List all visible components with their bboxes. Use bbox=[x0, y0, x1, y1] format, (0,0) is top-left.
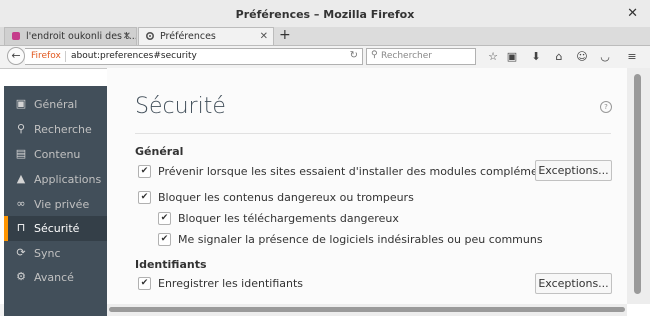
save-logins-checkbox[interactable]: ✔ bbox=[138, 277, 151, 290]
general-icon: ▣ bbox=[15, 97, 27, 110]
tab-preferences[interactable]: Préférences ✕ bbox=[138, 27, 274, 45]
page-title: Sécurité bbox=[135, 94, 226, 119]
reload-button[interactable]: ↻ bbox=[350, 50, 358, 61]
tab-strip: l'endroit oukonli des t... ✕ Préférences… bbox=[0, 27, 650, 46]
window-title: Préférences – Mozilla Firefox bbox=[235, 8, 415, 21]
horizontal-scroll-thumb[interactable] bbox=[109, 307, 625, 312]
hello-icon[interactable]: ☺ bbox=[575, 50, 589, 63]
url-bar[interactable]: Firefox about:preferences#security ↻ bbox=[25, 48, 363, 65]
content-icon: ▤ bbox=[15, 147, 27, 160]
sidebar-item-label: Général bbox=[34, 98, 78, 111]
sidebar-item-privacy[interactable]: ∞ Vie privée bbox=[4, 192, 107, 217]
search-icon: ⚲ bbox=[371, 50, 378, 60]
block-dangerous-label[interactable]: Bloquer les contenus dangereux ou trompe… bbox=[158, 191, 414, 204]
addons-warning-label[interactable]: Prévenir lorsque les sites essaient d'in… bbox=[158, 165, 576, 178]
warn-unwanted-label[interactable]: Me signaler la présence de logiciels ind… bbox=[178, 233, 543, 246]
navigation-toolbar: ← Firefox about:preferences#security ↻ ⚲… bbox=[0, 46, 650, 69]
window-close-button[interactable]: ✕ bbox=[627, 6, 638, 21]
pocket-icon[interactable]: ◡ bbox=[598, 50, 612, 63]
sidebar-item-label: Applications bbox=[34, 173, 102, 186]
tab-label: l'endroit oukonli des t... bbox=[26, 31, 137, 42]
search-input[interactable]: ⚲ Rechercher bbox=[366, 48, 476, 65]
url-separator bbox=[65, 51, 66, 62]
help-icon[interactable]: ? bbox=[600, 101, 612, 113]
search-icon: ⚲ bbox=[16, 122, 26, 135]
search-placeholder: Rechercher bbox=[381, 51, 432, 61]
vertical-scroll-thumb[interactable] bbox=[634, 74, 641, 294]
sidebar-item-label: Sécurité bbox=[34, 222, 80, 235]
block-downloads-checkbox[interactable]: ✔ bbox=[158, 212, 171, 225]
window-corner bbox=[0, 304, 4, 316]
addons-warning-checkbox[interactable]: ✔ bbox=[138, 165, 151, 178]
sidebar-item-search[interactable]: ⚲ Recherche bbox=[4, 117, 107, 142]
section-heading-identifiers: Identifiants bbox=[135, 258, 207, 271]
bookmark-star-icon[interactable]: ☆ bbox=[486, 50, 500, 63]
back-button[interactable]: ← bbox=[7, 47, 25, 65]
sidebar-item-security[interactable]: ⊓ Sécurité bbox=[4, 216, 107, 241]
privacy-mask-icon: ∞ bbox=[16, 197, 26, 210]
tab-close-icon[interactable]: ✕ bbox=[123, 28, 131, 45]
block-downloads-label[interactable]: Bloquer les téléchargements dangereux bbox=[178, 212, 399, 225]
sidebar-item-label: Avancé bbox=[34, 271, 74, 284]
gear-icon bbox=[145, 31, 155, 41]
identity-label[interactable]: Firefox bbox=[31, 51, 61, 61]
vertical-scrollbar[interactable] bbox=[627, 68, 650, 304]
sidebar-item-applications[interactable]: ▲ Applications bbox=[4, 167, 107, 192]
menu-icon[interactable]: ≡ bbox=[625, 50, 639, 63]
warn-unwanted-checkbox[interactable]: ✔ bbox=[158, 233, 171, 246]
sidebar-item-advanced[interactable]: ⚙ Avancé bbox=[4, 265, 107, 290]
section-heading-general: Général bbox=[135, 145, 184, 158]
advanced-icon: ⚙ bbox=[16, 270, 26, 283]
sidebar-item-label: Vie privée bbox=[34, 198, 90, 211]
title-bar: Préférences – Mozilla Firefox ✕ bbox=[0, 0, 650, 28]
tab-label: Préférences bbox=[160, 31, 216, 42]
tab-close-icon[interactable]: ✕ bbox=[260, 28, 268, 45]
sync-icon: ⟳ bbox=[16, 246, 26, 259]
download-icon[interactable]: ⬇ bbox=[529, 50, 543, 63]
new-tab-button[interactable]: + bbox=[279, 27, 291, 44]
title-divider bbox=[135, 133, 611, 134]
sidebar-item-label: Recherche bbox=[34, 123, 92, 136]
applications-icon: ▲ bbox=[16, 172, 26, 185]
security-lock-icon: ⊓ bbox=[16, 221, 26, 234]
block-dangerous-checkbox[interactable]: ✔ bbox=[138, 191, 151, 204]
page-favicon-icon bbox=[12, 32, 20, 40]
tab-endroit[interactable]: l'endroit oukonli des t... ✕ bbox=[4, 27, 137, 45]
sidebar-item-general[interactable]: ▣ Général bbox=[4, 92, 107, 117]
save-logins-label[interactable]: Enregistrer les identifiants bbox=[158, 277, 303, 290]
preferences-content: Sécurité ? Général ✔ Prévenir lorsque le… bbox=[107, 68, 627, 304]
addons-exceptions-button[interactable]: Exceptions... bbox=[535, 160, 612, 181]
sidebar-item-label: Sync bbox=[34, 247, 61, 260]
sidebar-item-content[interactable]: ▤ Contenu bbox=[4, 142, 107, 167]
logins-exceptions-button[interactable]: Exceptions... bbox=[535, 273, 612, 294]
reading-list-icon[interactable]: ▣ bbox=[505, 50, 519, 63]
home-icon[interactable]: ⌂ bbox=[552, 50, 566, 63]
url-text[interactable]: about:preferences#security bbox=[71, 51, 197, 61]
sidebar-item-label: Contenu bbox=[34, 148, 81, 161]
horizontal-scrollbar[interactable] bbox=[107, 304, 627, 316]
sidebar-item-sync[interactable]: ⟳ Sync bbox=[4, 241, 107, 266]
preferences-sidebar: ▣ Général ⚲ Recherche ▤ Contenu ▲ Applic… bbox=[4, 86, 107, 316]
